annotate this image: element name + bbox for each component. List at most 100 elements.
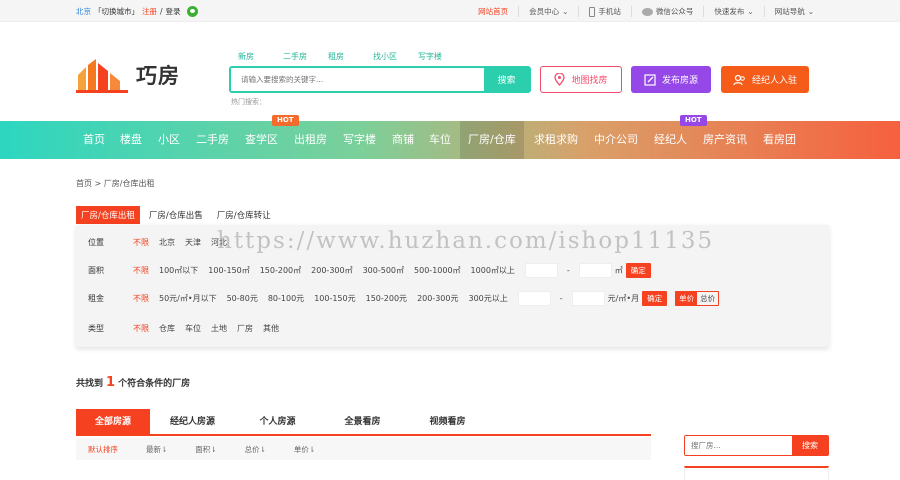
rent-unit: 元/㎡•月	[607, 294, 640, 303]
home-link-label: 网站首页	[478, 7, 509, 16]
rent-confirm-button[interactable]: 确定	[642, 291, 668, 306]
nav-shops[interactable]: 商铺	[392, 121, 414, 159]
agent-join-button[interactable]: 经纪人入驻	[721, 66, 809, 93]
search-tab-second-hand[interactable]: 二手房	[283, 51, 328, 62]
filter-option[interactable]: 50-80元	[227, 293, 258, 304]
nav-rental[interactable]: 出租房	[294, 121, 327, 159]
filter-option[interactable]: 土地	[211, 323, 227, 334]
wechat-account-link[interactable]: 微信公众号	[630, 6, 704, 17]
quick-publish-link[interactable]: 快速发布 ⌄	[703, 6, 763, 17]
filter-option[interactable]: 100㎡以下	[159, 265, 198, 276]
filter-option[interactable]: 不限	[133, 237, 149, 248]
site-logo[interactable]: 巧房	[76, 57, 180, 93]
filter-option[interactable]: 不限	[133, 323, 149, 334]
nav-office[interactable]: 写字楼	[343, 121, 376, 159]
filter-option[interactable]: 不限	[133, 265, 149, 276]
nav-home[interactable]: 首页	[83, 121, 105, 159]
map-search-button[interactable]: 地图找房	[540, 66, 622, 93]
separator: /	[160, 7, 163, 16]
area-min-input[interactable]	[524, 263, 558, 278]
breadcrumb: 首页 > 厂房/仓库出租	[76, 179, 155, 188]
switch-city-link[interactable]: 「切换城市」	[94, 6, 139, 17]
filter-option[interactable]: 150-200㎡	[260, 265, 301, 276]
home-link[interactable]: 网站首页	[468, 6, 518, 17]
search-tab-new[interactable]: 新房	[238, 51, 283, 62]
city-name[interactable]: 北京	[76, 6, 91, 17]
rent-max-input[interactable]	[571, 291, 605, 306]
tab-all-listings[interactable]: 全部房源	[76, 409, 150, 434]
filter-option[interactable]: 300-500㎡	[363, 265, 404, 276]
sort-unit-price[interactable]: 单价⇂	[294, 444, 315, 455]
filter-option[interactable]: 其他	[263, 323, 279, 334]
wechat-icon[interactable]	[186, 6, 198, 17]
unit-price-toggle[interactable]: 单价	[676, 292, 698, 305]
sort-total-price[interactable]: 总价⇂	[245, 444, 266, 455]
filter-option[interactable]: 不限	[133, 293, 149, 304]
mobile-site-link[interactable]: 手机站	[578, 6, 631, 17]
nav-factory-warehouse[interactable]: 厂房/仓库	[460, 121, 524, 159]
filter-option[interactable]: 车位	[185, 323, 201, 334]
search-tabs: 新房 二手房 租房 找小区 写字楼	[238, 51, 463, 62]
filter-option[interactable]: 300元以上	[469, 293, 508, 304]
login-link[interactable]: 登录	[166, 6, 181, 17]
filter-option[interactable]: 天津	[185, 237, 201, 248]
nav-wanted[interactable]: 求租求购	[534, 121, 578, 159]
filter-option[interactable]: 厂房	[237, 323, 253, 334]
search-tab-office[interactable]: 写字楼	[418, 51, 463, 62]
filter-option[interactable]: 北京	[159, 237, 175, 248]
rent-min-input[interactable]	[517, 291, 551, 306]
side-search-input[interactable]	[685, 436, 792, 455]
filter-option[interactable]: 100-150元	[314, 293, 355, 304]
search-button[interactable]: 搜索	[484, 68, 529, 91]
hot-badge: HOT	[272, 115, 299, 126]
area-confirm-button[interactable]: 确定	[625, 263, 651, 278]
publish-listing-button[interactable]: 发布房源	[631, 66, 711, 93]
tab-panorama[interactable]: 全景看房	[320, 409, 405, 434]
side-search-button[interactable]: 搜索	[792, 436, 828, 455]
nav-agents[interactable]: 经纪人	[654, 121, 687, 159]
tab-video[interactable]: 视频看房	[405, 409, 490, 434]
nav-viewing-tour[interactable]: 看房团	[763, 121, 796, 159]
nav-agencies[interactable]: 中介公司	[594, 121, 638, 159]
tab-factory-rent[interactable]: 厂房/仓库出租	[76, 206, 140, 224]
search-box: 搜索	[229, 66, 531, 93]
search-input[interactable]	[231, 68, 484, 91]
tab-factory-transfer[interactable]: 厂房/仓库转让	[212, 206, 276, 224]
nav-community[interactable]: 小区	[158, 121, 180, 159]
nav-school-district[interactable]: 查学区	[245, 121, 278, 159]
tab-agent-listings[interactable]: 经纪人房源	[150, 409, 235, 434]
side-search-box: 搜索	[684, 435, 829, 456]
filter-option[interactable]: 80-100元	[268, 293, 304, 304]
nav-buildings[interactable]: 楼盘	[120, 121, 142, 159]
nav-parking[interactable]: 车位	[429, 121, 451, 159]
filter-row-type: 类型 不限 仓库 车位 土地 厂房 其他	[88, 323, 289, 334]
filter-option[interactable]: 150-200元	[366, 293, 407, 304]
wechat-account-label: 微信公众号	[655, 7, 694, 16]
filter-option[interactable]: 500-1000㎡	[414, 265, 461, 276]
nav-second-hand[interactable]: 二手房	[196, 121, 229, 159]
member-center-link[interactable]: 会员中心 ⌄	[518, 6, 578, 17]
filter-option[interactable]: 河北	[211, 237, 227, 248]
filter-option[interactable]: 50元/㎡•月以下	[159, 293, 217, 304]
filter-option[interactable]: 200-300元	[417, 293, 458, 304]
tab-factory-sale[interactable]: 厂房/仓库出售	[144, 206, 208, 224]
search-tab-community[interactable]: 找小区	[373, 51, 418, 62]
sort-latest[interactable]: 最新⇂	[146, 444, 167, 455]
range-dash: -	[559, 294, 563, 303]
site-nav-link[interactable]: 网站导航 ⌄	[763, 6, 824, 17]
tab-personal-listings[interactable]: 个人房源	[235, 409, 320, 434]
site-nav-label: 网站导航	[774, 7, 805, 16]
register-link[interactable]: 注册	[142, 6, 157, 17]
filter-option[interactable]: 仓库	[159, 323, 175, 334]
sort-area[interactable]: 面积⇂	[195, 444, 216, 455]
result-count: 共找到 1 个符合条件的厂房	[76, 375, 190, 390]
area-max-input[interactable]	[578, 263, 612, 278]
total-price-toggle[interactable]: 总价	[697, 292, 718, 305]
filter-option[interactable]: 200-300㎡	[311, 265, 352, 276]
filter-label: 位置	[88, 238, 104, 247]
search-tab-rent[interactable]: 租房	[328, 51, 373, 62]
nav-news[interactable]: 房产资讯	[703, 121, 747, 159]
filter-option[interactable]: 1000㎡以上	[471, 265, 515, 276]
sort-default[interactable]: 默认排序	[88, 444, 118, 455]
filter-option[interactable]: 100-150㎡	[208, 265, 249, 276]
